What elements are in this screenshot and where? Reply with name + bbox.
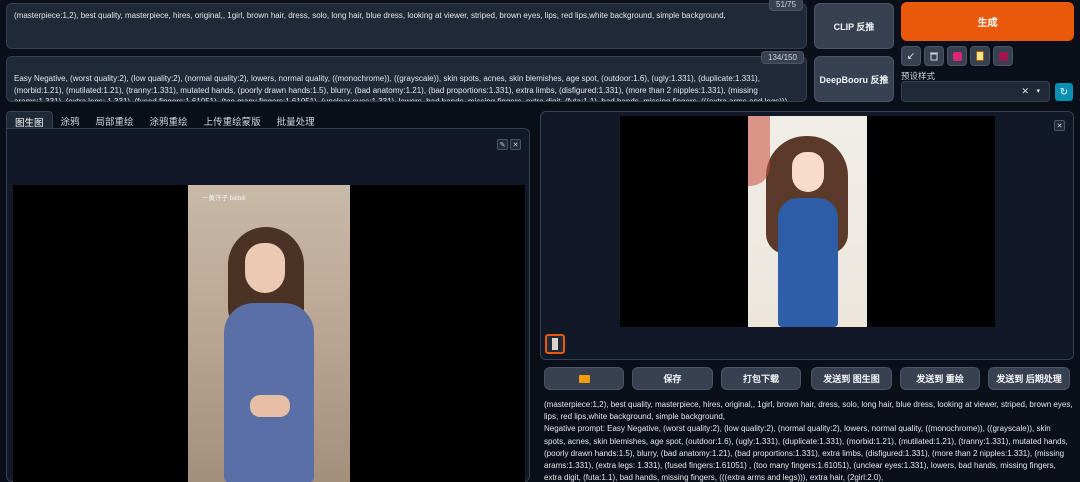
- save-style-icon: [998, 51, 1008, 61]
- send-to-extras-button[interactable]: 发送到 后期处理: [988, 367, 1070, 390]
- show-styles-button[interactable]: [947, 46, 967, 66]
- tab-batch[interactable]: 批量处理: [269, 111, 323, 129]
- apply-style-button[interactable]: [970, 46, 990, 66]
- pencil-icon: ✎: [499, 141, 506, 149]
- thumbnail-image: [552, 338, 558, 350]
- paint-icon: ↙: [906, 50, 916, 62]
- deepbooru-interrogate-button[interactable]: DeepBooru 反推: [814, 56, 894, 102]
- person-dress: [224, 303, 314, 482]
- close-icon: ✕: [1056, 122, 1063, 130]
- person-hands: [250, 395, 290, 417]
- img2img-tabs: 图生图 涂鸦 局部重绘 涂鸦重绘 上传重绘蒙版 批量处理: [6, 111, 323, 129]
- tab-inpaint[interactable]: 局部重绘: [88, 111, 142, 129]
- style-icon: [952, 51, 962, 61]
- gallery-thumbnail[interactable]: [545, 334, 565, 354]
- prompt-token-counter: 51/75: [769, 0, 804, 11]
- open-folder-button[interactable]: [544, 367, 624, 390]
- save-button[interactable]: 保存: [632, 367, 713, 390]
- clipboard-icon: [976, 51, 984, 61]
- chevron-down-icon: ▾: [1036, 88, 1040, 95]
- input-image-panel[interactable]: ✎ ✕ 一黄汗子 bilibili: [6, 128, 530, 482]
- prompt-input[interactable]: (masterpiece:1,2), best quality, masterp…: [6, 3, 807, 49]
- output-gallery-panel: ✕: [540, 111, 1074, 360]
- refresh-icon: ↻: [1059, 86, 1069, 98]
- paint-tool-button[interactable]: ↙: [901, 46, 921, 66]
- generation-info: (masterpiece:1,2), best quality, masterp…: [544, 399, 1074, 482]
- generation-info-negative: Negative prompt: Easy Negative, (worst q…: [544, 424, 1068, 482]
- edit-image-button[interactable]: ✎: [497, 139, 508, 150]
- tab-img2img[interactable]: 图生图: [6, 111, 53, 129]
- input-photo: 一黄汗子 bilibili: [188, 185, 350, 482]
- generate-button[interactable]: 生成: [901, 2, 1074, 41]
- clear-prompt-button[interactable]: [924, 46, 944, 66]
- person-face: [245, 243, 285, 293]
- output-image-canvas[interactable]: [620, 116, 995, 327]
- save-style-button[interactable]: [993, 46, 1013, 66]
- close-icon: ✕: [512, 141, 519, 149]
- zip-download-button[interactable]: 打包下载: [721, 367, 801, 390]
- art-dress: [778, 198, 838, 327]
- remove-image-button[interactable]: ✕: [510, 139, 521, 150]
- art-accent: [748, 116, 770, 186]
- send-to-img2img-button[interactable]: 发送到 图生图: [811, 367, 892, 390]
- clip-interrogate-button[interactable]: CLIP 反推: [814, 3, 894, 49]
- negative-prompt-text: Easy Negative, (worst quality:2), (low q…: [14, 74, 790, 102]
- refresh-styles-button[interactable]: ↻: [1055, 83, 1073, 101]
- tab-sketch[interactable]: 涂鸦: [53, 111, 88, 129]
- photo-watermark: 一黄汗子 bilibili: [202, 195, 246, 202]
- generated-image: [748, 116, 867, 327]
- folder-icon: [578, 374, 590, 383]
- clear-selection-icon[interactable]: ✕: [1021, 86, 1029, 97]
- tab-inpaint-upload[interactable]: 上传重绘蒙版: [196, 111, 269, 129]
- negative-prompt-token-counter: 134/150: [761, 51, 804, 64]
- generation-info-prompt: (masterpiece:1,2), best quality, masterp…: [544, 400, 1073, 422]
- trash-icon: [930, 52, 938, 61]
- art-face: [792, 152, 824, 192]
- preset-styles-dropdown[interactable]: ✕ ▾: [901, 81, 1050, 102]
- input-image-canvas: 一黄汗子 bilibili: [13, 185, 525, 482]
- negative-prompt-input[interactable]: Easy Negative, (worst quality:2), (low q…: [6, 56, 807, 102]
- send-to-inpaint-button[interactable]: 发送到 重绘: [900, 367, 980, 390]
- close-gallery-button[interactable]: ✕: [1054, 120, 1065, 131]
- tab-inpaint-sketch[interactable]: 涂鸦重绘: [142, 111, 196, 129]
- prompt-text: (masterpiece:1,2), best quality, masterp…: [14, 11, 726, 20]
